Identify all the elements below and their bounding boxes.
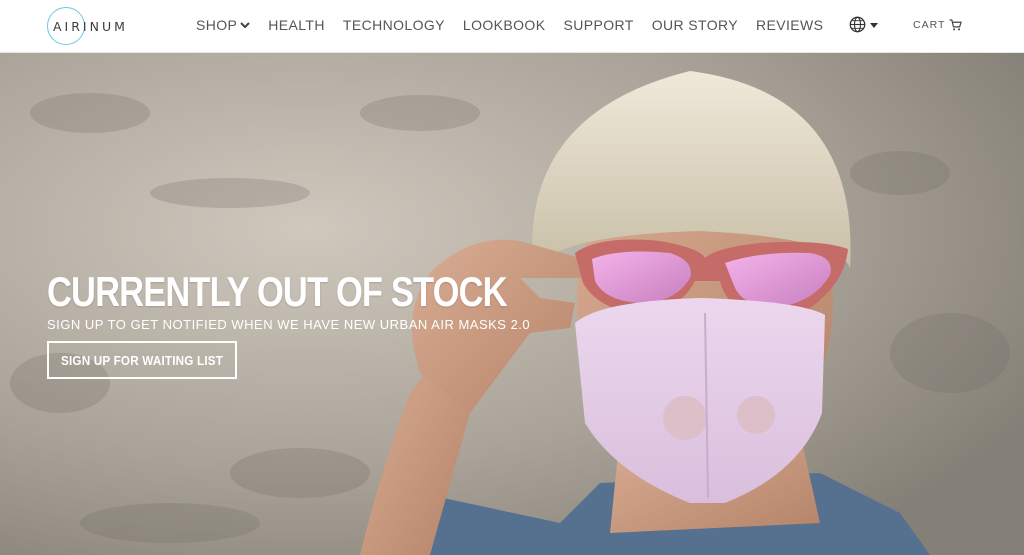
waiting-list-button-label: SIGN UP FOR WAITING LIST bbox=[60, 352, 224, 368]
nav-item-health[interactable]: HEALTH bbox=[268, 17, 325, 33]
hero-banner: CURRENTLY OUT OF STOCK SIGN UP TO GET NO… bbox=[0, 53, 1024, 555]
caret-down-icon bbox=[870, 22, 878, 28]
globe-icon bbox=[849, 16, 866, 33]
nav-item-support[interactable]: SUPPORT bbox=[563, 17, 633, 33]
chevron-down-icon bbox=[240, 22, 250, 29]
nav-item-reviews[interactable]: REVIEWS bbox=[756, 17, 823, 33]
nav-item-label: HEALTH bbox=[268, 17, 325, 33]
main-nav: SHOP HEALTH TECHNOLOGY LOOKBOOK SUPPORT … bbox=[196, 17, 841, 33]
logo-text: AIRINUM bbox=[53, 18, 128, 34]
hero-subtitle: SIGN UP TO GET NOTIFIED WHEN WE HAVE NEW… bbox=[47, 317, 531, 332]
nav-item-label: TECHNOLOGY bbox=[342, 17, 445, 33]
nav-item-lookbook[interactable]: LOOKBOOK bbox=[463, 17, 546, 33]
nav-item-label: SHOP bbox=[196, 17, 238, 33]
hero-title: CURRENTLY OUT OF STOCK bbox=[47, 268, 508, 315]
nav-item-our-story[interactable]: OUR STORY bbox=[652, 17, 738, 33]
language-selector[interactable] bbox=[849, 16, 879, 33]
cart-link[interactable]: CART bbox=[913, 19, 963, 31]
brand-logo[interactable]: AIRINUM bbox=[47, 7, 137, 45]
cart-label: CART bbox=[913, 19, 946, 31]
nav-item-label: SUPPORT bbox=[563, 17, 634, 33]
nav-item-label: REVIEWS bbox=[756, 17, 824, 33]
nav-item-technology[interactable]: TECHNOLOGY bbox=[343, 17, 445, 33]
waiting-list-button[interactable]: SIGN UP FOR WAITING LIST bbox=[47, 341, 237, 379]
nav-item-shop[interactable]: SHOP bbox=[196, 17, 250, 33]
nav-item-label: OUR STORY bbox=[651, 17, 739, 33]
site-header: AIRINUM SHOP HEALTH TECHNOLOGY LOOKBOOK … bbox=[0, 0, 1024, 53]
cart-icon bbox=[949, 19, 963, 31]
nav-item-label: LOOKBOOK bbox=[462, 17, 546, 33]
